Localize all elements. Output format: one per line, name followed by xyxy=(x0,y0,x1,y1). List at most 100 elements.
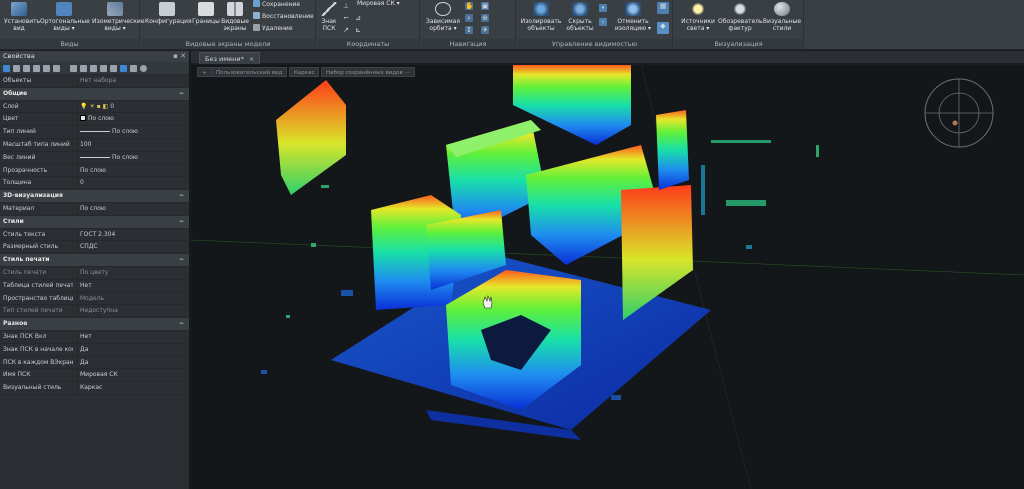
property-value[interactable]: 100 xyxy=(80,139,91,151)
property-value[interactable]: Недоступна xyxy=(80,305,118,317)
collapse-icon[interactable]: − xyxy=(179,216,184,228)
visual-styles-button[interactable]: Визуальные стили xyxy=(762,2,802,32)
property-value[interactable]: ГОСТ 2.304 xyxy=(80,229,115,241)
ucs-origin-icon[interactable]: ⌐ xyxy=(342,14,350,22)
pan-icon[interactable]: ✋ xyxy=(465,2,474,10)
fly-icon[interactable]: ✈ xyxy=(481,26,489,34)
property-value[interactable]: Модель xyxy=(80,293,104,305)
property-row[interactable]: Объекты Нет набора xyxy=(0,75,189,88)
model-viewport[interactable]: + Пользовательский вид Каркас Набор сохр… xyxy=(191,65,1024,489)
zoom-icon[interactable]: ⌕ xyxy=(465,14,473,22)
configuration-button[interactable]: Конфигурация xyxy=(145,2,192,25)
view-tab-saved[interactable]: Набор сохранённых видов ··· xyxy=(321,67,415,77)
property-row[interactable]: Стиль текста ГОСТ 2.304 xyxy=(0,228,189,242)
property-value[interactable]: По слою xyxy=(80,203,106,215)
ucs-name-dropdown[interactable]: Мировая СК ▾ xyxy=(357,0,400,8)
collapse-icon[interactable]: − xyxy=(179,254,184,266)
grid-icon[interactable] xyxy=(110,65,117,72)
document-tab[interactable]: Без имени* × xyxy=(199,52,261,64)
property-row[interactable]: Визуальный стиль Каркас xyxy=(0,382,189,395)
solid-icon[interactable]: ◆ xyxy=(657,22,669,34)
set-view-button[interactable]: Установить вид xyxy=(4,2,40,32)
delete-viewport-button[interactable]: Удаление xyxy=(253,24,293,33)
visibility-tool-icon[interactable]: • xyxy=(599,4,607,12)
property-section-header[interactable]: Разное − xyxy=(0,318,189,331)
texture-browser-button[interactable]: Обозреватель фактур xyxy=(718,2,763,32)
rotate-object-icon[interactable] xyxy=(100,65,107,72)
property-row[interactable]: Прозрачность По слою xyxy=(0,164,189,178)
isolate-objects-button[interactable]: Изолировать объекты xyxy=(519,2,563,32)
ucs-3point-icon[interactable]: ⊿ xyxy=(354,14,362,22)
property-value[interactable]: Нет xyxy=(80,331,92,343)
property-section-header[interactable]: Стиль печати − xyxy=(0,254,189,267)
property-value[interactable]: СПДС xyxy=(80,241,98,253)
property-row[interactable]: Стиль печати По цвету xyxy=(0,266,189,280)
property-section-header[interactable]: Стили − xyxy=(0,215,189,229)
visibility-arrow-icon[interactable]: › xyxy=(599,18,607,26)
property-row[interactable]: Тип линий По слою xyxy=(0,126,189,139)
hide-objects-button[interactable]: Скрыть объекты xyxy=(563,2,597,32)
property-row[interactable]: Цвет По слою xyxy=(0,113,189,127)
view-tab-wireframe[interactable]: Каркас xyxy=(289,67,320,77)
property-section-header[interactable]: Общие − xyxy=(0,87,189,101)
active-toggle-icon[interactable] xyxy=(120,65,127,72)
viewports-button[interactable]: Видовые экраны xyxy=(221,2,249,32)
collapse-icon[interactable]: − xyxy=(179,190,184,202)
zoom-window-icon[interactable]: ▣ xyxy=(481,2,489,10)
property-value[interactable]: По слою xyxy=(80,165,106,177)
ucs-view-icon[interactable]: ↗ xyxy=(342,26,350,34)
collapse-icon[interactable]: − xyxy=(179,88,184,100)
property-row[interactable]: Имя ПСК Мировая СК xyxy=(0,369,189,383)
property-value[interactable]: По слою xyxy=(80,126,138,138)
property-row[interactable]: Толщина 0 xyxy=(0,177,189,191)
property-value[interactable]: Мировая СК xyxy=(80,369,118,381)
help-icon[interactable] xyxy=(140,65,147,72)
pan-object-icon[interactable] xyxy=(80,65,87,72)
orbit-button[interactable]: Зависимая орбита ▾ xyxy=(425,2,461,32)
property-value[interactable]: Да xyxy=(80,344,88,356)
ucs-object-icon[interactable]: ⊾ xyxy=(354,26,362,34)
walk-icon[interactable]: ↕ xyxy=(465,26,473,34)
property-row[interactable]: Тип стилей печати Недоступна xyxy=(0,305,189,319)
property-value[interactable]: По слою xyxy=(80,152,138,164)
save-viewport-button[interactable]: Сохранение xyxy=(253,0,300,9)
point-cloud-canvas[interactable] xyxy=(191,65,1024,489)
property-row[interactable]: Таблица стилей печати Нет xyxy=(0,279,189,293)
property-value[interactable]: 0 xyxy=(80,177,84,189)
light-sources-button[interactable]: Источники света ▾ xyxy=(678,2,718,32)
property-value[interactable]: По слою xyxy=(80,113,114,125)
ucs-tool-icon[interactable]: ⊥ xyxy=(342,2,350,10)
collapse-icon[interactable]: − xyxy=(179,318,184,330)
property-value[interactable]: Да xyxy=(80,357,88,369)
property-value[interactable]: 💡 ☀ ▪ ◧ 0 xyxy=(80,101,114,113)
property-value[interactable]: Каркас xyxy=(80,382,102,394)
restore-viewport-button[interactable]: Восстановление xyxy=(253,12,314,21)
zoom-extents-icon[interactable]: ⊕ xyxy=(481,14,489,22)
bounding-box-icon[interactable] xyxy=(90,65,97,72)
ucs-icon-button[interactable]: Знак ПСК xyxy=(319,2,339,32)
property-row[interactable]: Слой 💡 ☀ ▪ ◧ 0 xyxy=(0,100,189,114)
property-value[interactable]: Нет xyxy=(80,280,92,292)
close-tab-icon[interactable]: × xyxy=(249,55,254,63)
cube-icon[interactable]: ▦ xyxy=(657,2,669,14)
borders-button[interactable]: Границы xyxy=(191,2,221,25)
filter-icon[interactable] xyxy=(33,65,40,72)
property-row[interactable]: Материал По слою xyxy=(0,202,189,216)
view-tab-custom[interactable]: Пользовательский вид xyxy=(211,67,288,77)
quick-select-icon[interactable] xyxy=(13,65,20,72)
end-isolation-button[interactable]: Отменить изоляцию ▾ xyxy=(613,2,653,32)
orthogonal-views-button[interactable]: Ортогональные виды ▾ xyxy=(40,2,90,32)
property-section-header[interactable]: 3D-визуализация − xyxy=(0,190,189,203)
filter-funnel-icon[interactable] xyxy=(53,65,60,72)
property-row[interactable]: Вес линий По слою xyxy=(0,151,189,165)
settings-icon[interactable] xyxy=(130,65,137,72)
property-row[interactable]: Знак ПСК в начале коор... Да xyxy=(0,343,189,357)
select-all-icon[interactable] xyxy=(23,65,30,72)
property-row[interactable]: Размерный стиль СПДС xyxy=(0,241,189,255)
layer-state-icon[interactable]: 💡 ☀ ▪ ◧ xyxy=(80,103,110,110)
property-row[interactable]: Пространство таблицы с... Модель xyxy=(0,292,189,306)
property-row[interactable]: Масштаб типа линий 100 xyxy=(0,138,189,152)
property-value[interactable]: По цвету xyxy=(80,267,108,279)
panel-controls-icon[interactable]: ▪ ✕ xyxy=(173,51,186,62)
isometric-views-button[interactable]: Изометрические виды ▾ xyxy=(92,2,145,32)
